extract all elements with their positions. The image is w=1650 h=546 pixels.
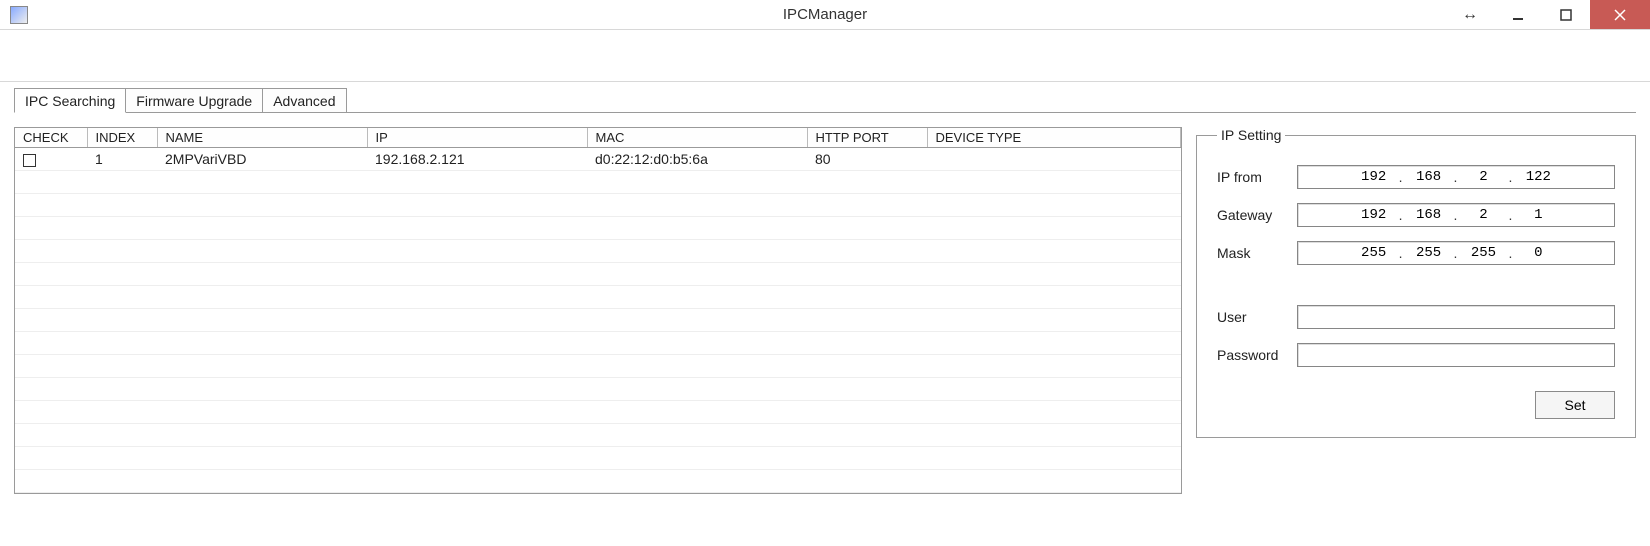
tab-advanced[interactable]: Advanced	[262, 88, 346, 112]
table-row[interactable]	[15, 378, 1181, 401]
table-row[interactable]	[15, 424, 1181, 447]
mask-seg-2[interactable]	[1406, 245, 1452, 261]
ip-from-label: IP from	[1217, 169, 1297, 185]
table-header-row: CHECK INDEX NAME IP MAC HTTP PORT DEVICE…	[15, 128, 1181, 148]
table-row[interactable]	[15, 332, 1181, 355]
table-row[interactable]	[15, 355, 1181, 378]
table-row[interactable]: 1 2MPVariVBD 192.168.2.121 d0:22:12:d0:b…	[15, 148, 1181, 171]
ip-from-seg-3[interactable]	[1460, 169, 1506, 185]
device-table: CHECK INDEX NAME IP MAC HTTP PORT DEVICE…	[14, 127, 1182, 494]
ip-from-seg-2[interactable]	[1406, 169, 1452, 185]
table-row[interactable]	[15, 194, 1181, 217]
mask-label: Mask	[1217, 245, 1297, 261]
ip-from-input[interactable]: . . .	[1297, 165, 1615, 189]
resize-horizontal-icon[interactable]: ↔	[1446, 0, 1494, 29]
gateway-seg-4[interactable]	[1515, 207, 1561, 223]
ip-from-seg-1[interactable]	[1351, 169, 1397, 185]
table-row[interactable]	[15, 263, 1181, 286]
tabs-row: IPC Searching Firmware Upgrade Advanced	[0, 82, 1650, 112]
cell-http-port: 80	[807, 148, 927, 171]
content-area: CHECK INDEX NAME IP MAC HTTP PORT DEVICE…	[0, 113, 1650, 508]
col-index[interactable]: INDEX	[87, 128, 157, 148]
ip-setting-legend: IP Setting	[1217, 127, 1285, 143]
app-icon	[10, 6, 28, 24]
gateway-seg-3[interactable]	[1460, 207, 1506, 223]
table-row[interactable]	[15, 470, 1181, 493]
table-row[interactable]	[15, 401, 1181, 424]
tab-firmware-upgrade[interactable]: Firmware Upgrade	[125, 88, 263, 112]
cell-mac: d0:22:12:d0:b5:6a	[587, 148, 807, 171]
table-row[interactable]	[15, 309, 1181, 332]
close-button[interactable]	[1590, 0, 1650, 29]
col-ip[interactable]: IP	[367, 128, 587, 148]
tab-ipc-searching[interactable]: IPC Searching	[14, 88, 126, 113]
mask-seg-4[interactable]	[1515, 245, 1561, 261]
password-input-wrap[interactable]	[1297, 343, 1615, 367]
col-check[interactable]: CHECK	[15, 128, 87, 148]
ip-from-seg-4[interactable]	[1515, 169, 1561, 185]
gateway-label: Gateway	[1217, 207, 1297, 223]
table-row[interactable]	[15, 217, 1181, 240]
title-bar: IPCManager ↔	[0, 0, 1650, 30]
mask-input[interactable]: . . .	[1297, 241, 1615, 265]
password-input[interactable]	[1304, 344, 1608, 366]
col-name[interactable]: NAME	[157, 128, 367, 148]
col-http-port[interactable]: HTTP PORT	[807, 128, 927, 148]
row-checkbox[interactable]	[23, 154, 36, 167]
cell-device-type	[927, 148, 1181, 171]
cell-ip: 192.168.2.121	[367, 148, 587, 171]
maximize-button[interactable]	[1542, 0, 1590, 29]
set-button[interactable]: Set	[1535, 391, 1615, 419]
table-row[interactable]	[15, 240, 1181, 263]
title-controls: ↔	[1446, 0, 1650, 29]
window-title: IPCManager	[783, 6, 867, 23]
cell-name: 2MPVariVBD	[157, 148, 367, 171]
table-row[interactable]	[15, 447, 1181, 470]
ip-setting-panel: IP Setting IP from . . . Gateway . . .	[1196, 127, 1636, 494]
col-mac[interactable]: MAC	[587, 128, 807, 148]
toolbar-strip	[0, 30, 1650, 82]
mask-seg-1[interactable]	[1351, 245, 1397, 261]
mask-seg-3[interactable]	[1460, 245, 1506, 261]
gateway-seg-1[interactable]	[1351, 207, 1397, 223]
table-row[interactable]	[15, 171, 1181, 194]
minimize-button[interactable]	[1494, 0, 1542, 29]
user-label: User	[1217, 309, 1297, 325]
table-row[interactable]	[15, 286, 1181, 309]
gateway-seg-2[interactable]	[1406, 207, 1452, 223]
gateway-input[interactable]: . . .	[1297, 203, 1615, 227]
user-input-wrap[interactable]	[1297, 305, 1615, 329]
password-label: Password	[1217, 347, 1297, 363]
user-input[interactable]	[1304, 306, 1608, 328]
cell-index: 1	[87, 148, 157, 171]
col-device-type[interactable]: DEVICE TYPE	[927, 128, 1181, 148]
